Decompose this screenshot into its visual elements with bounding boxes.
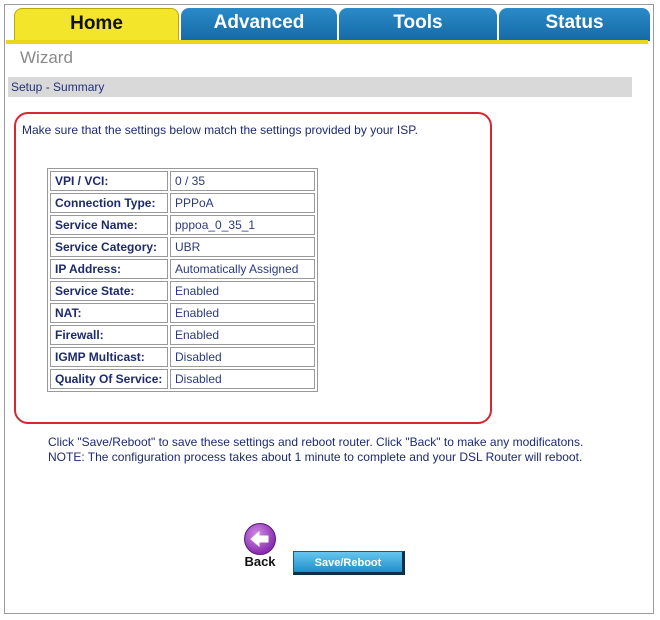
- summary-label: Service Category:: [50, 237, 168, 257]
- summary-label: IP Address:: [50, 259, 168, 279]
- summary-label: Connection Type:: [50, 193, 168, 213]
- summary-value: Disabled: [170, 347, 315, 367]
- summary-row: IP Address: Automatically Assigned: [50, 259, 315, 279]
- summary-intro-text: Make sure that the settings below match …: [22, 123, 418, 137]
- summary-value: Enabled: [170, 325, 315, 345]
- tab-tools[interactable]: Tools: [339, 8, 497, 41]
- instructions-note: Click "Save/Reboot" to save these settin…: [48, 435, 608, 465]
- summary-value: PPPoA: [170, 193, 315, 213]
- summary-label: Service State:: [50, 281, 168, 301]
- back-button-label: Back: [244, 554, 276, 569]
- summary-row: Firewall: Enabled: [50, 325, 315, 345]
- save-reboot-button[interactable]: Save/Reboot: [293, 551, 405, 575]
- summary-label: VPI / VCI:: [50, 171, 168, 191]
- breadcrumb: Setup - Summary: [8, 77, 632, 97]
- main-nav-tabs: Home Advanced Tools Status: [14, 8, 650, 41]
- summary-value: Enabled: [170, 281, 315, 301]
- summary-label: Quality Of Service:: [50, 369, 168, 389]
- tab-home[interactable]: Home: [14, 8, 179, 41]
- tab-status[interactable]: Status: [499, 8, 650, 41]
- summary-label: NAT:: [50, 303, 168, 323]
- tab-underline: [6, 40, 648, 44]
- back-arrow-icon: [244, 523, 276, 555]
- summary-label: Firewall:: [50, 325, 168, 345]
- summary-value: Automatically Assigned: [170, 259, 315, 279]
- summary-value: 0 / 35: [170, 171, 315, 191]
- summary-row: Quality Of Service: Disabled: [50, 369, 315, 389]
- settings-summary-table: VPI / VCI: 0 / 35 Connection Type: PPPoA Ser…: [47, 168, 318, 392]
- summary-row: IGMP Multicast: Disabled: [50, 347, 315, 367]
- back-button[interactable]: Back: [240, 523, 280, 569]
- summary-row: Connection Type: PPPoA: [50, 193, 315, 213]
- instructions-line-2: NOTE: The configuration process takes ab…: [48, 450, 583, 464]
- summary-value: Enabled: [170, 303, 315, 323]
- tab-advanced[interactable]: Advanced: [181, 8, 337, 41]
- summary-value: Disabled: [170, 369, 315, 389]
- instructions-line-1: Click "Save/Reboot" to save these settin…: [48, 435, 584, 449]
- summary-value: pppoa_0_35_1: [170, 215, 315, 235]
- page-title: Wizard: [20, 48, 73, 67]
- summary-row: Service State: Enabled: [50, 281, 315, 301]
- summary-row: Service Name: pppoa_0_35_1: [50, 215, 315, 235]
- summary-row: VPI / VCI: 0 / 35: [50, 171, 315, 191]
- summary-label: IGMP Multicast:: [50, 347, 168, 367]
- summary-row: Service Category: UBR: [50, 237, 315, 257]
- summary-value: UBR: [170, 237, 315, 257]
- summary-row: NAT: Enabled: [50, 303, 315, 323]
- summary-label: Service Name:: [50, 215, 168, 235]
